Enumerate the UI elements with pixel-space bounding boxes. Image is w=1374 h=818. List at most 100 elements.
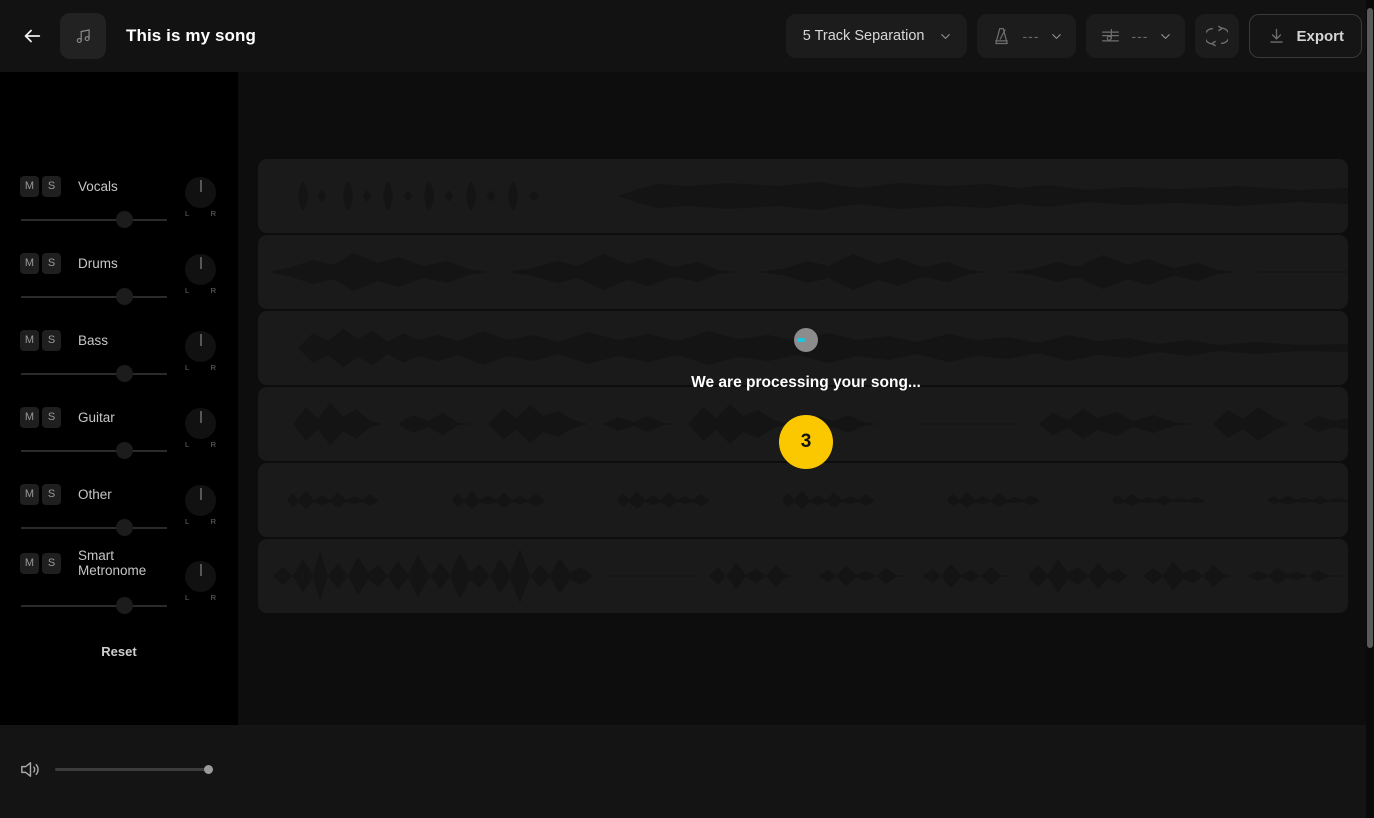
export-button[interactable]: Export <box>1249 14 1362 58</box>
mute-button[interactable]: M <box>20 329 39 351</box>
waveform-lane-drums[interactable] <box>258 235 1348 309</box>
volume-thumb[interactable] <box>116 288 133 305</box>
track-control-bass: M S Bass L R <box>0 329 238 382</box>
pan-right-label: R <box>210 440 216 449</box>
solo-button[interactable]: S <box>42 175 61 197</box>
pan-left-label: L <box>185 363 190 372</box>
waveform-vocals <box>298 181 1348 211</box>
export-label: Export <box>1296 27 1344 45</box>
solo-button[interactable]: S <box>42 329 61 351</box>
mute-button[interactable]: M <box>20 406 39 428</box>
track-control-guitar: M S Guitar L R <box>0 406 238 459</box>
mute-button[interactable]: M <box>20 175 39 197</box>
track-label: Bass <box>78 332 109 348</box>
loop-icon <box>1206 25 1229 47</box>
waveform-lane-bass[interactable] <box>258 311 1348 385</box>
pan-left-label: L <box>185 517 190 526</box>
waveform-lane-guitar[interactable] <box>258 387 1348 461</box>
pan-control[interactable]: L R <box>185 331 217 372</box>
key-value: --- <box>1131 28 1149 44</box>
pan-left-label: L <box>185 286 190 295</box>
page-scrollbar[interactable] <box>1366 0 1374 818</box>
scrollbar-thumb[interactable] <box>1367 8 1373 648</box>
waveform-area <box>238 72 1374 725</box>
app-window: This is my song 5 Track Separation --- -… <box>0 0 1374 818</box>
volume-thumb[interactable] <box>116 442 133 459</box>
waveform-smart-metronome <box>273 549 1348 603</box>
pan-control[interactable]: L R <box>185 485 217 526</box>
top-toolbar: This is my song 5 Track Separation --- -… <box>0 0 1374 72</box>
metronome-icon <box>991 26 1012 47</box>
waveform-drums <box>268 253 1348 291</box>
download-icon <box>1267 27 1286 46</box>
chevron-down-icon <box>1049 29 1064 44</box>
pan-control[interactable]: L R <box>185 408 217 449</box>
player-bar: 0:00 0:00 Eb Chords <box>0 725 1374 818</box>
volume-slider[interactable] <box>21 365 167 382</box>
track-label: Drums <box>78 255 118 271</box>
master-volume-thumb[interactable] <box>204 765 213 774</box>
song-title: This is my song <box>126 26 256 45</box>
track-separation-label: 5 Track Separation <box>802 28 925 44</box>
song-thumbnail <box>60 13 106 59</box>
waveform-lane-vocals[interactable] <box>258 159 1348 233</box>
solo-button[interactable]: S <box>42 552 61 574</box>
waveform-lane-smart-metronome[interactable] <box>258 539 1348 613</box>
pan-right-label: R <box>210 363 216 372</box>
back-button[interactable] <box>15 19 49 53</box>
reset-button[interactable]: Reset <box>0 644 238 659</box>
volume-thumb[interactable] <box>116 211 133 228</box>
track-control-vocals: M S Vocals L R <box>0 175 238 228</box>
mute-button[interactable]: M <box>20 552 39 574</box>
waveform-other <box>288 491 1348 509</box>
pan-knob[interactable] <box>185 254 216 285</box>
arrow-left-icon <box>24 29 41 43</box>
pan-right-label: R <box>210 209 216 218</box>
tempo-dropdown[interactable]: --- <box>977 14 1077 58</box>
volume-slider[interactable] <box>21 597 167 614</box>
pan-knob[interactable] <box>185 331 216 362</box>
track-separation-dropdown[interactable]: 5 Track Separation <box>785 14 968 58</box>
pan-scale: L R <box>185 286 216 295</box>
track-label: Guitar <box>78 409 115 425</box>
pan-right-label: R <box>210 517 216 526</box>
volume-slider[interactable] <box>21 519 167 536</box>
pan-control[interactable]: L R <box>185 177 217 218</box>
pan-scale: L R <box>185 209 216 218</box>
pan-scale: L R <box>185 363 216 372</box>
volume-slider[interactable] <box>21 288 167 305</box>
music-note-icon <box>76 29 90 44</box>
master-volume-slider[interactable] <box>55 765 213 774</box>
pan-right-label: R <box>210 593 216 602</box>
pan-knob[interactable] <box>185 485 216 516</box>
track-control-drums: M S Drums L R <box>0 252 238 305</box>
speaker-icon[interactable] <box>18 758 41 781</box>
pan-knob[interactable] <box>185 561 216 592</box>
track-label: Vocals <box>78 178 118 194</box>
loop-button[interactable] <box>1195 14 1240 58</box>
pan-left-label: L <box>185 440 190 449</box>
mute-button[interactable]: M <box>20 252 39 274</box>
key-dropdown[interactable]: --- <box>1086 14 1186 58</box>
mute-button[interactable]: M <box>20 483 39 505</box>
solo-button[interactable]: S <box>42 252 61 274</box>
tempo-value: --- <box>1022 28 1040 44</box>
waveform-guitar <box>293 403 1348 445</box>
volume-slider[interactable] <box>21 442 167 459</box>
pan-knob[interactable] <box>185 408 216 439</box>
solo-button[interactable]: S <box>42 406 61 428</box>
pan-control[interactable]: L R <box>185 254 217 295</box>
toolbar-actions: 5 Track Separation --- --- Export <box>785 14 1362 58</box>
master-volume-control <box>18 758 213 781</box>
pan-knob[interactable] <box>185 177 216 208</box>
pan-right-label: R <box>210 286 216 295</box>
waveform-lane-other[interactable] <box>258 463 1348 537</box>
volume-thumb[interactable] <box>116 365 133 382</box>
chevron-down-icon <box>938 29 953 44</box>
pan-control[interactable]: L R <box>185 561 217 602</box>
solo-button[interactable]: S <box>42 483 61 505</box>
pan-scale: L R <box>185 593 216 602</box>
volume-slider[interactable] <box>21 211 167 228</box>
volume-thumb[interactable] <box>116 597 133 614</box>
volume-thumb[interactable] <box>116 519 133 536</box>
